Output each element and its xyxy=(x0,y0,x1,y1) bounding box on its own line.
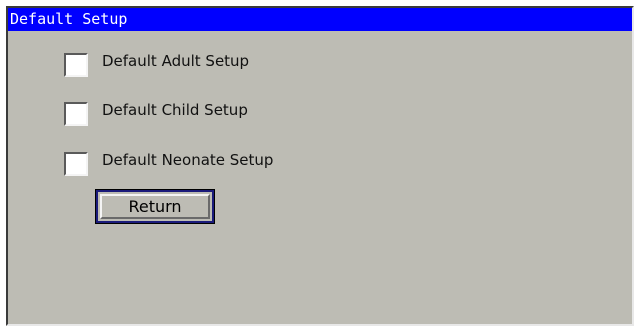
option-default-child-setup[interactable]: Default Child Setup xyxy=(64,95,248,126)
option-label-child: Default Child Setup xyxy=(102,101,248,119)
return-button-label: Return xyxy=(128,197,182,216)
window-title: Default Setup xyxy=(8,8,632,31)
checkbox-child[interactable] xyxy=(64,102,88,126)
option-default-adult-setup[interactable]: Default Adult Setup xyxy=(64,46,250,77)
option-default-neonate-setup[interactable]: Default Neonate Setup xyxy=(64,145,274,176)
checkbox-adult[interactable] xyxy=(64,53,88,77)
option-label-neonate: Default Neonate Setup xyxy=(102,151,274,169)
option-label-adult: Default Adult Setup xyxy=(102,52,250,70)
return-button[interactable]: Return xyxy=(95,189,215,224)
default-setup-window: Default Setup Default Adult Setup Defaul… xyxy=(6,6,634,326)
checkbox-neonate[interactable] xyxy=(64,152,88,176)
